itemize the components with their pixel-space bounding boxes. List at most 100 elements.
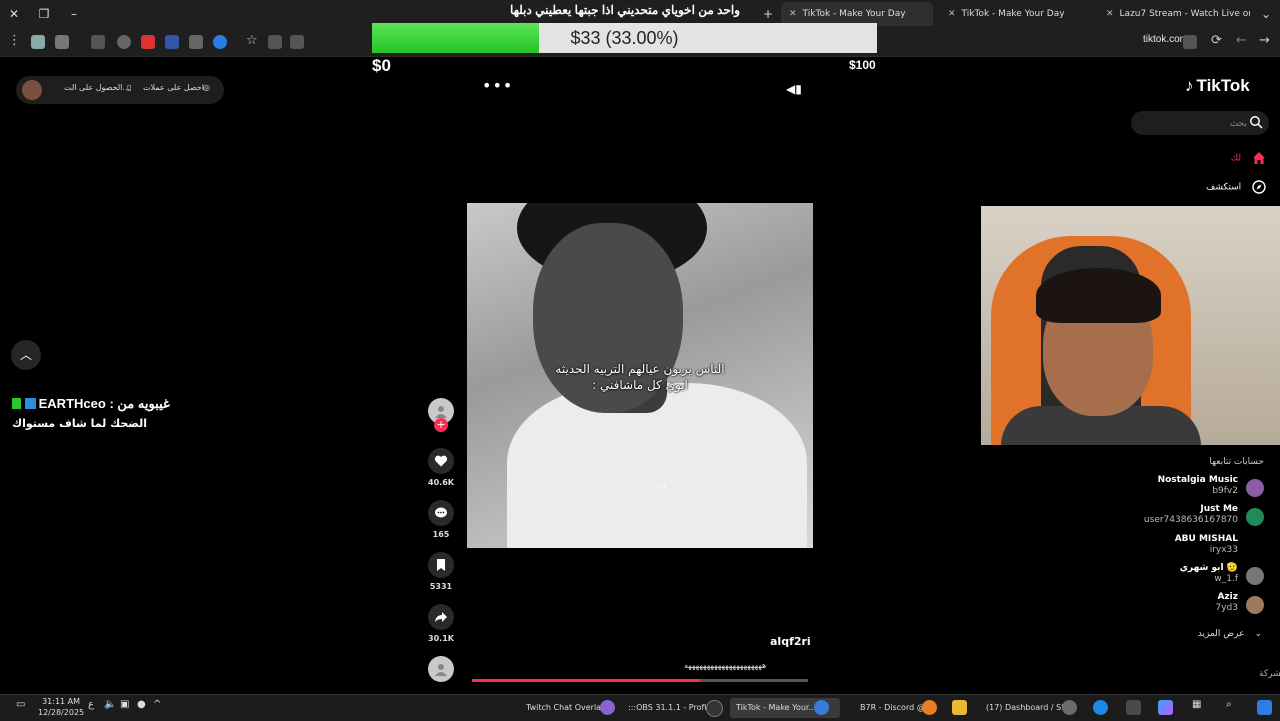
nav-for-you[interactable]: لك xyxy=(1231,151,1266,165)
see-more-button[interactable]: عرض المزيد ⌄ xyxy=(1198,629,1262,639)
start-icon[interactable] xyxy=(1257,700,1272,715)
chrome-app-icon[interactable] xyxy=(1062,700,1077,715)
avatar[interactable] xyxy=(1246,596,1264,614)
avatar[interactable] xyxy=(1246,538,1264,556)
task-view-icon[interactable]: ▦ xyxy=(1192,699,1201,710)
new-tab-icon[interactable]: + xyxy=(758,4,778,24)
video-player[interactable]: الناس يربون عيالهم التربيه الحديثه ابوي … xyxy=(467,203,813,548)
tiktok-logo[interactable]: ♪ TikTok xyxy=(1185,76,1250,96)
edge-app-icon[interactable] xyxy=(814,700,829,715)
extension-icon[interactable] xyxy=(141,35,155,49)
restore-window-icon[interactable]: ❐ xyxy=(34,4,54,24)
comment-button[interactable]: 165 xyxy=(426,500,456,539)
tab-list-chevron-icon[interactable]: ⌄ xyxy=(1256,4,1276,24)
scroll-up-button[interactable]: ︿ xyxy=(11,340,41,370)
heart-icon xyxy=(434,455,448,467)
reload-icon[interactable]: ⟳ xyxy=(1211,33,1222,48)
microphone-icon[interactable]: ● xyxy=(137,699,146,710)
chat-username-line: EARTHceo : غيبويه من xyxy=(12,396,170,412)
creator-avatar[interactable]: + xyxy=(426,398,456,432)
screenshot-icon[interactable] xyxy=(290,35,304,49)
sound-avatar[interactable] xyxy=(426,656,456,682)
address-bar[interactable]: tiktok.com xyxy=(1143,34,1188,45)
account-name: Nostalgia Music xyxy=(1157,475,1238,485)
get-coins-label[interactable]: احصل على عملات xyxy=(143,83,204,92)
close-window-icon[interactable]: ✕ xyxy=(4,4,24,24)
video-progress-bar[interactable] xyxy=(472,679,808,682)
following-account[interactable]: ابو شهري 🫡 w_1.f xyxy=(1114,563,1264,589)
folder-icon[interactable] xyxy=(952,700,967,715)
language-indicator[interactable]: ع xyxy=(88,699,94,710)
following-account[interactable]: Nostalgia Music b9fv2 xyxy=(1114,475,1264,501)
clock[interactable]: 31:11 AM 12/28/2025 xyxy=(38,696,84,718)
tab-kick-stream[interactable]: ✕ Lazu7 Stream - Watch Live on K xyxy=(1098,2,1250,26)
volume-icon[interactable]: 🔈 xyxy=(104,699,116,710)
taskbar-item-label: :::OBS 31.1.1 - Profile xyxy=(628,703,714,712)
minimize-window-icon[interactable]: – xyxy=(64,4,84,24)
footer-company-link[interactable]: الشركة xyxy=(1259,669,1280,679)
tiktok-note-icon: ♪ xyxy=(1185,76,1194,95)
home-icon xyxy=(1253,152,1265,164)
taskbar-item-label: B7R - Discord @! xyxy=(860,703,928,712)
video-author[interactable]: alqf2ri xyxy=(770,635,811,648)
tray-chevron-icon[interactable]: ^ xyxy=(153,699,161,710)
menu-icon[interactable]: ⋮ xyxy=(8,33,21,48)
discord-app-icon[interactable] xyxy=(922,700,937,715)
search-icon[interactable] xyxy=(1249,115,1263,129)
volume-icon[interactable]: ◀▮ xyxy=(786,82,802,96)
site-settings-icon[interactable] xyxy=(1183,35,1197,49)
get-coins-pill[interactable]: الحصول على الت... ▯ احصل على عملات ◎ xyxy=(16,76,224,104)
account-name: Aziz xyxy=(1217,592,1238,602)
close-tab-icon[interactable]: ✕ xyxy=(948,2,956,26)
search-box[interactable] xyxy=(1131,111,1269,137)
taskbar-item-label: Twitch Chat Overlay xyxy=(526,703,606,712)
store-icon[interactable] xyxy=(1126,700,1141,715)
forward-icon[interactable]: ← xyxy=(1236,33,1247,48)
nav-explore[interactable]: استكشف xyxy=(1206,180,1266,194)
back-icon[interactable]: → xyxy=(1259,33,1270,48)
twitch-chat-app-icon[interactable] xyxy=(600,700,615,715)
clock-time: 31:11 AM xyxy=(42,697,81,706)
donation-min-label: $0 xyxy=(372,56,391,75)
edge-icon[interactable] xyxy=(1093,700,1108,715)
reading-icon[interactable] xyxy=(55,35,69,49)
star-icon[interactable]: ☆ xyxy=(246,33,258,48)
video-caption-line: ابوي كل ماشافني : xyxy=(592,378,688,392)
get-coins-secondary[interactable]: الحصول على الت... xyxy=(64,83,130,92)
extension-icon[interactable] xyxy=(189,35,203,49)
kick-badge-icon xyxy=(12,398,21,409)
like-button[interactable]: 40.6K xyxy=(426,448,456,487)
save-button[interactable]: 5331 xyxy=(426,552,456,591)
extension-icon[interactable] xyxy=(165,35,179,49)
close-tab-icon[interactable]: ✕ xyxy=(1106,2,1114,26)
streamer-webcam xyxy=(981,206,1280,445)
copilot-icon[interactable] xyxy=(1158,700,1173,715)
taskbar-item[interactable]: Twitch Chat Overlay xyxy=(520,698,612,718)
search-icon[interactable]: ⌕ xyxy=(1226,699,1232,710)
extensions-icon[interactable] xyxy=(91,35,105,49)
avatar[interactable] xyxy=(1246,567,1264,585)
following-account[interactable]: Just Me user7438636167870 xyxy=(1114,504,1264,530)
search-input[interactable] xyxy=(1139,111,1249,137)
share-button[interactable]: 30.1K xyxy=(426,604,456,643)
follow-plus-icon[interactable]: + xyxy=(434,418,448,432)
network-icon[interactable]: ▣ xyxy=(120,699,129,710)
chevron-up-icon: ︿ xyxy=(19,348,32,362)
avatar[interactable] xyxy=(1246,508,1264,526)
extension-icon[interactable] xyxy=(117,35,131,49)
following-title: حسابات تتابعها xyxy=(1209,457,1264,467)
more-options-icon[interactable]: ••• xyxy=(482,76,513,95)
split-view-icon[interactable] xyxy=(268,35,282,49)
following-account[interactable]: ABU MISHAL iryx33 xyxy=(1114,534,1264,560)
avatar[interactable] xyxy=(22,80,42,100)
following-account[interactable]: Aziz 7yd3 xyxy=(1114,592,1264,618)
profile-icon[interactable] xyxy=(31,35,45,49)
obs-app-icon[interactable] xyxy=(706,700,723,717)
notification-icon[interactable]: ▭ xyxy=(16,699,25,710)
extension-icon[interactable] xyxy=(213,35,227,49)
tab-tiktok[interactable]: ✕ TikTok - Make Your Day xyxy=(940,2,1090,26)
taskbar-item[interactable]: :::OBS 31.1.1 - Profile xyxy=(622,698,720,718)
chat-username: EARTHceo xyxy=(38,396,106,411)
avatar[interactable] xyxy=(1246,479,1264,497)
video-progress-fill xyxy=(472,679,701,682)
